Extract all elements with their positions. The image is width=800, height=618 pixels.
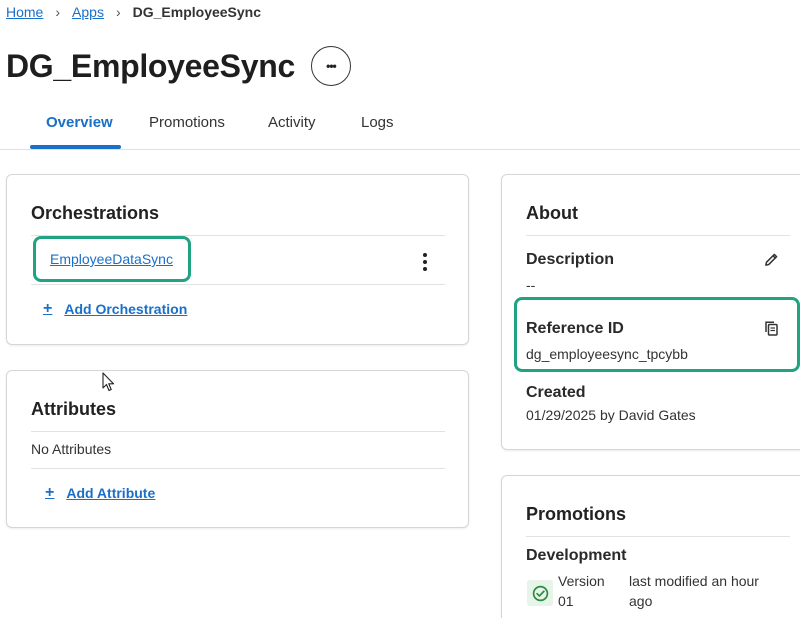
divider — [31, 431, 445, 432]
title-row: DG_EmployeeSync ••• — [6, 46, 351, 86]
description-value: -- — [526, 277, 536, 293]
modified-text-cont: ago — [629, 593, 653, 609]
attributes-card: Attributes No Attributes + Add Attribute — [6, 370, 469, 528]
reference-id-highlight — [514, 297, 800, 372]
description-label: Description — [526, 251, 615, 268]
divider — [31, 284, 445, 285]
tab-activity[interactable]: Activity — [268, 114, 316, 131]
version-label: Version — [558, 573, 605, 589]
about-title: About — [526, 203, 578, 223]
more-actions-button[interactable]: ••• — [310, 46, 351, 86]
version-number: 01 — [558, 593, 574, 609]
orchestration-highlight — [33, 236, 191, 282]
attributes-title: Attributes — [31, 399, 116, 419]
status-badge — [527, 580, 553, 606]
kebab-menu-icon[interactable] — [422, 253, 428, 271]
page-title: DG_EmployeeSync — [6, 47, 295, 84]
divider — [526, 536, 790, 537]
mouse-cursor-icon — [102, 372, 115, 392]
created-value: 01/29/2025 by David Gates — [526, 407, 696, 423]
divider — [31, 468, 445, 469]
tab-overview[interactable]: Overview — [46, 114, 113, 131]
orchestrations-title: Orchestrations — [31, 203, 160, 223]
tab-bar: Overview Promotions Activity Logs — [0, 100, 800, 150]
breadcrumb-current: DG_EmployeeSync — [132, 4, 262, 20]
attributes-empty-text: No Attributes — [31, 441, 112, 457]
ellipsis-icon: ••• — [326, 59, 337, 73]
check-circle-icon — [532, 585, 548, 601]
add-attribute-label: Add Attribute — [66, 485, 156, 501]
active-tab-indicator — [30, 145, 121, 149]
environment-label: Development — [526, 547, 627, 564]
breadcrumb: Home › Apps › DG_EmployeeSync — [6, 4, 261, 20]
plus-icon: + — [45, 484, 55, 501]
created-label: Created — [526, 384, 586, 401]
divider — [526, 235, 790, 236]
chevron-right-icon: › — [115, 4, 121, 20]
breadcrumb-home-link[interactable]: Home — [6, 4, 43, 20]
chevron-right-icon: › — [55, 4, 61, 20]
add-attribute-button[interactable]: + Add Attribute — [45, 484, 155, 502]
modified-text: last modified an hour — [629, 573, 759, 589]
add-orchestration-button[interactable]: + Add Orchestration — [43, 300, 187, 318]
plus-icon: + — [43, 300, 53, 317]
tab-logs[interactable]: Logs — [361, 114, 394, 131]
add-orchestration-label: Add Orchestration — [64, 301, 188, 317]
edit-pencil-icon[interactable] — [764, 252, 779, 267]
breadcrumb-apps-link[interactable]: Apps — [72, 4, 104, 20]
promotions-title: Promotions — [526, 504, 627, 524]
tab-promotions[interactable]: Promotions — [149, 114, 225, 131]
